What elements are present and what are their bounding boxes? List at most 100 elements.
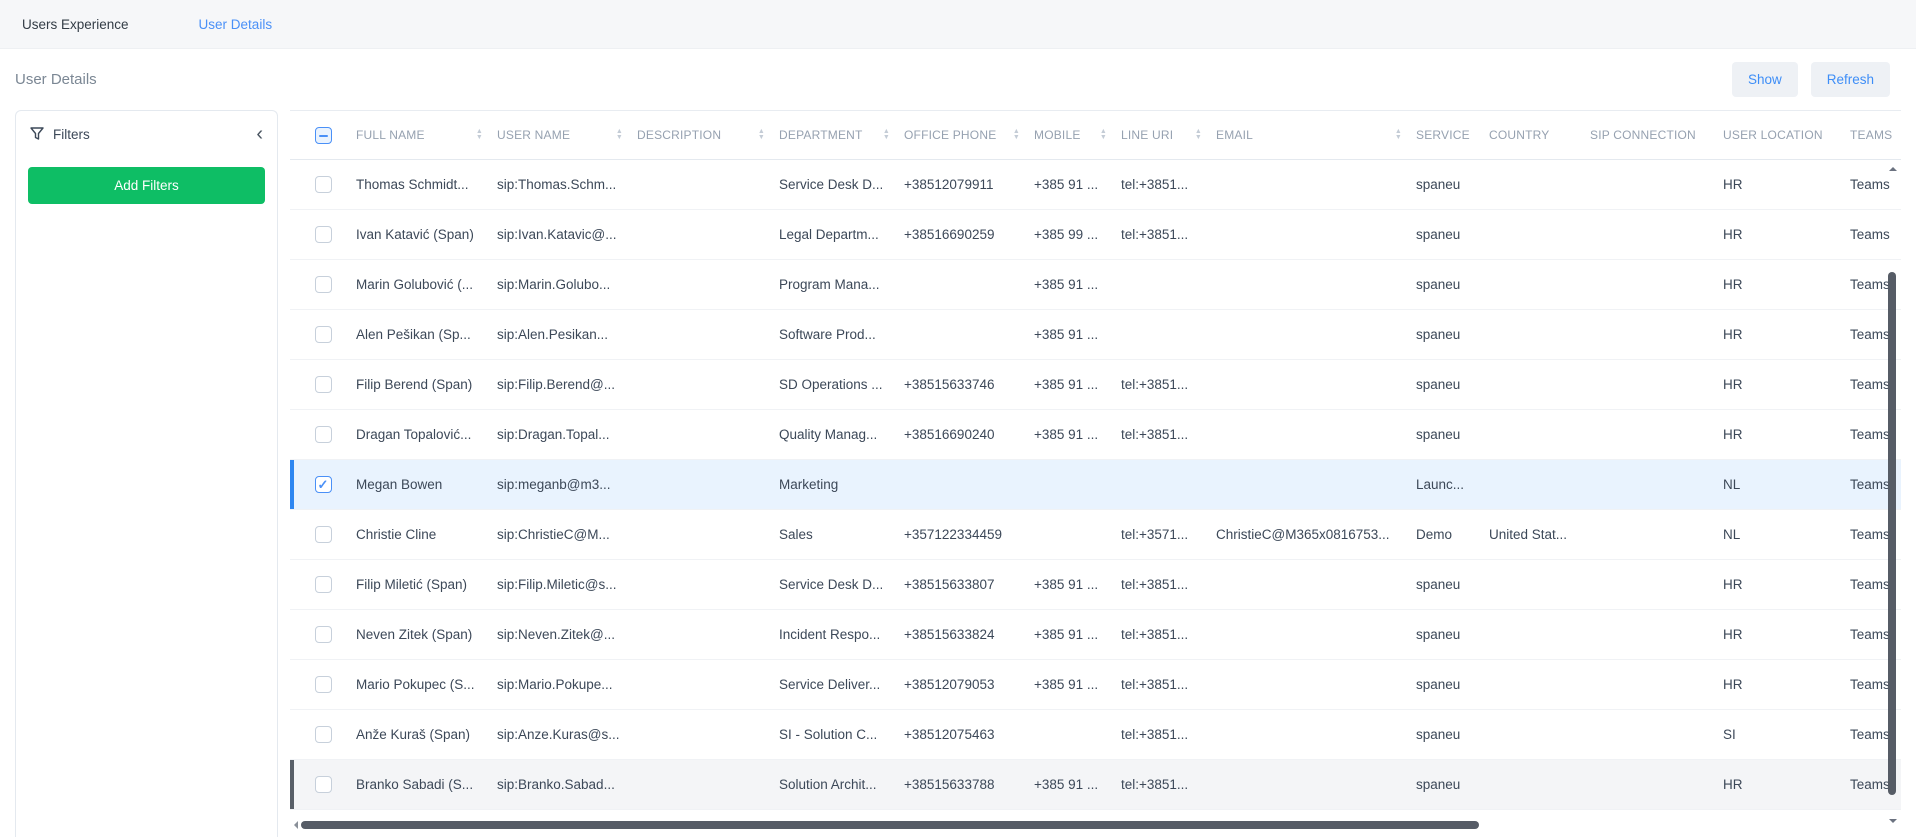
column-header-department[interactable]: DEPARTMENT▲▼ [779,111,904,159]
cell-user_location: NL [1723,527,1850,542]
table-row[interactable]: Filip Berend (Span)sip:Filip.Berend@...S… [290,360,1901,410]
sort-icon[interactable]: ▲▼ [1395,129,1402,141]
sort-icon[interactable]: ▲▼ [1013,129,1020,141]
sort-icon[interactable]: ▲▼ [1195,129,1202,141]
table-row[interactable]: Dragan Topalović...sip:Dragan.Topal...Qu… [290,410,1901,460]
cell-line_uri: tel:+3851... [1121,377,1216,392]
column-label: COUNTRY [1489,128,1550,142]
table-row[interactable]: Thomas Schmidt...sip:Thomas.Schm...Servi… [290,160,1901,210]
page-header: User Details Show Refresh [0,49,1916,110]
column-header-user_location: USER LOCATION [1723,111,1850,159]
cell-user_name: sip:Alen.Pesikan... [497,327,637,342]
cell-user_name: sip:Anze.Kuras@s... [497,727,637,742]
row-checkbox[interactable] [315,726,332,743]
row-checkbox[interactable] [315,776,332,793]
cell-full_name: Marin Golubović (... [356,277,497,292]
cell-service: spaneu [1416,627,1489,642]
scroll-down-arrow-icon[interactable] [1889,819,1897,827]
table-row[interactable]: Alen Pešikan (Sp...sip:Alen.Pesikan...So… [290,310,1901,360]
filters-panel: Filters ‹ Add Filters [15,110,278,837]
column-header-line_uri[interactable]: LINE URI▲▼ [1121,111,1216,159]
sort-icon[interactable]: ▲▼ [883,129,890,141]
table-row[interactable]: Marin Golubović (...sip:Marin.Golubo...P… [290,260,1901,310]
show-button[interactable]: Show [1732,62,1798,97]
table-row[interactable]: Megan Bowensip:meganb@m3...MarketingLaun… [290,460,1901,510]
refresh-button[interactable]: Refresh [1811,62,1890,97]
column-label: TEAMS [1850,128,1892,142]
row-checkbox-cell [290,776,356,793]
cell-service: spaneu [1416,377,1489,392]
row-checkbox[interactable] [315,576,332,593]
sort-icon[interactable]: ▲▼ [616,129,623,141]
cell-user_location: HR [1723,777,1850,792]
row-checkbox[interactable] [315,326,332,343]
cell-user_location: NL [1723,477,1850,492]
cell-user_name: sip:Mario.Pokupe... [497,677,637,692]
table-row[interactable]: Neven Zitek (Span)sip:Neven.Zitek@...Inc… [290,610,1901,660]
cell-office_phone: +38515633824 [904,627,1034,642]
column-header-office_phone[interactable]: OFFICE PHONE▲▼ [904,111,1034,159]
row-checkbox[interactable] [315,276,332,293]
column-label: MOBILE [1034,128,1081,142]
cell-department: Program Mana... [779,277,904,292]
cell-full_name: Mario Pokupec (S... [356,677,497,692]
row-checkbox[interactable] [315,526,332,543]
cell-mobile: +385 91 ... [1034,327,1121,342]
add-filters-button[interactable]: Add Filters [28,167,265,204]
cell-line_uri: tel:+3851... [1121,577,1216,592]
row-checkbox-cell [290,376,356,393]
column-header-email[interactable]: EMAIL▲▼ [1216,111,1416,159]
column-header-description[interactable]: DESCRIPTION▲▼ [637,111,779,159]
row-checkbox[interactable] [315,476,332,493]
horizontal-scrollbar-thumb[interactable] [301,821,1479,829]
table-header-row: FULL NAME▲▼USER NAME▲▼DESCRIPTION▲▼DEPAR… [290,111,1901,160]
cell-service: Launc... [1416,477,1489,492]
table-row[interactable]: Mario Pokupec (S...sip:Mario.Pokupe...Se… [290,660,1901,710]
cell-office_phone: +38516690259 [904,227,1034,242]
column-header-mobile[interactable]: MOBILE ▲▼ [1034,111,1121,159]
vertical-scrollbar-thumb[interactable] [1888,272,1896,795]
cell-department: Incident Respo... [779,627,904,642]
horizontal-scrollbar[interactable] [290,819,1885,831]
cell-country: United Stat... [1489,527,1590,542]
cell-office_phone: +357122334459 [904,527,1034,542]
table-body: Thomas Schmidt...sip:Thomas.Schm...Servi… [290,160,1901,810]
tab-users-experience[interactable]: Users Experience [22,17,129,32]
table-row[interactable]: Christie Clinesip:ChristieC@M...Sales+35… [290,510,1901,560]
scroll-left-arrow-icon[interactable] [290,821,298,829]
cell-line_uri: tel:+3571... [1121,527,1216,542]
filters-panel-title: Filters [53,127,90,142]
row-checkbox[interactable] [315,176,332,193]
cell-mobile: +385 91 ... [1034,177,1121,192]
cell-user_name: sip:Dragan.Topal... [497,427,637,442]
sort-icon[interactable]: ▲▼ [758,129,765,141]
cell-line_uri: tel:+3851... [1121,677,1216,692]
select-all-checkbox[interactable] [315,127,332,144]
table-row[interactable]: Filip Miletić (Span)sip:Filip.Miletic@s.… [290,560,1901,610]
row-checkbox[interactable] [315,376,332,393]
tab-user-details[interactable]: User Details [199,17,273,32]
row-checkbox[interactable] [315,626,332,643]
column-header-user_name[interactable]: USER NAME▲▼ [497,111,637,159]
cell-department: Software Prod... [779,327,904,342]
cell-user_location: HR [1723,627,1850,642]
cell-user_name: sip:meganb@m3... [497,477,637,492]
table-row[interactable]: Ivan Katavić (Span)sip:Ivan.Katavic@...L… [290,210,1901,260]
column-header-full_name[interactable]: FULL NAME▲▼ [356,111,497,159]
row-checkbox[interactable] [315,676,332,693]
row-checkbox-cell [290,626,356,643]
table-row[interactable]: Anže Kuraš (Span)sip:Anze.Kuras@s...SI -… [290,710,1901,760]
sort-icon[interactable]: ▲▼ [1100,129,1107,141]
cell-full_name: Anže Kuraš (Span) [356,727,497,742]
vertical-scrollbar[interactable] [1888,160,1897,819]
cell-user_location: HR [1723,327,1850,342]
content-area: Filters ‹ Add Filters FULL NAME▲▼USER NA… [0,110,1916,837]
scroll-up-arrow-icon[interactable] [1889,163,1897,171]
cell-user_name: sip:Ivan.Katavic@... [497,227,637,242]
collapse-panel-icon[interactable]: ‹ [256,124,263,144]
row-checkbox[interactable] [315,226,332,243]
cell-mobile: +385 91 ... [1034,577,1121,592]
table-row[interactable]: Branko Sabadi (S...sip:Branko.Sabad...So… [290,760,1901,810]
sort-icon[interactable]: ▲▼ [476,129,483,141]
row-checkbox[interactable] [315,426,332,443]
